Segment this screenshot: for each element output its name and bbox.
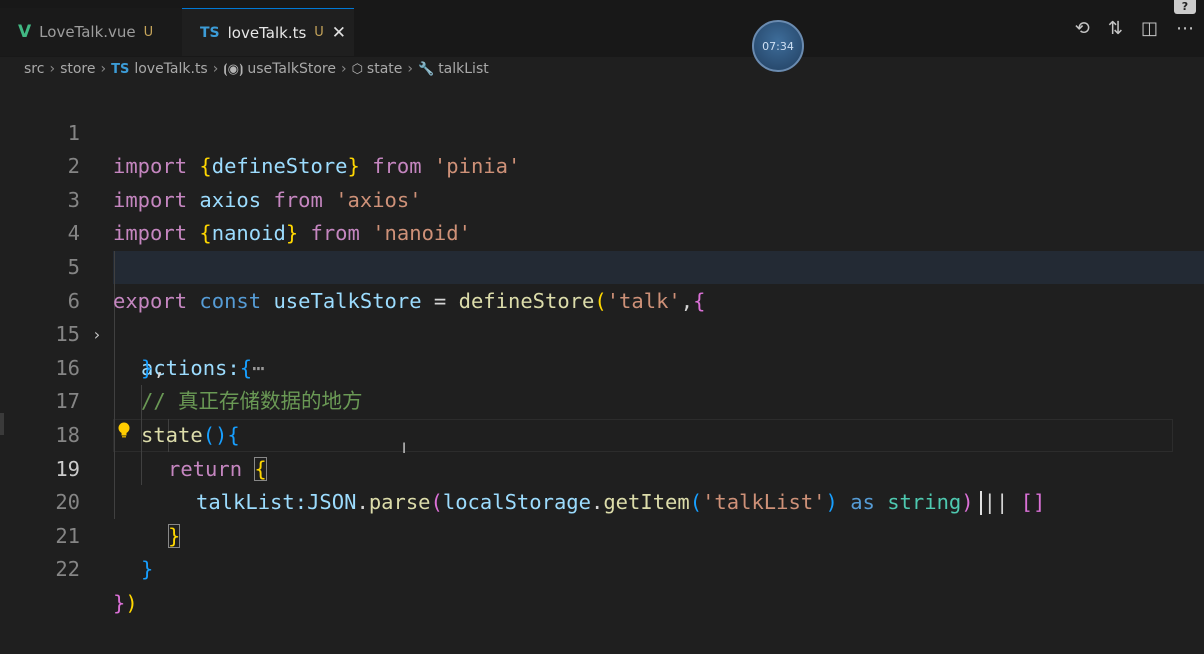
chevron-right-icon: › (100, 61, 107, 77)
chevron-right-icon: › (407, 61, 413, 77)
code-line-15[interactable]: 15 }, (0, 285, 1204, 380)
tab-lovetalk-ts[interactable]: TS loveTalk.ts U ✕ (182, 8, 354, 56)
lightbulb-icon[interactable] (116, 421, 132, 439)
timeline-icon[interactable]: ⟲ (1075, 18, 1090, 39)
code-line-22[interactable]: 22 }) (0, 520, 1204, 615)
breadcrumb-store[interactable]: store (60, 61, 95, 77)
editor-actions: ⟲ ⇅ ◫ ⋯ (1075, 18, 1194, 39)
tab-status: U (314, 25, 324, 40)
chevron-right-icon: › (340, 61, 347, 77)
ts-file-icon: TS (200, 24, 220, 41)
code-line-16[interactable]: 16 // 真正存储数据的地方 (0, 318, 1204, 414)
code-line-5[interactable]: 5 export const useTalkStore = defineStor… (0, 217, 1204, 313)
tab-lovetalk-vue[interactable]: V LoveTalk.vue U (0, 8, 182, 56)
tab-status: U (143, 24, 154, 40)
chevron-right-icon: › (212, 61, 219, 77)
variable-icon: ⦗◉⦘ (223, 61, 244, 77)
breadcrumb-usetalkstore[interactable]: useTalkStore (247, 61, 336, 77)
breadcrumb-src[interactable]: src (24, 61, 44, 77)
code-line-21[interactable]: 21 } (0, 486, 1204, 582)
code-editor[interactable]: 1 import {defineStore} from 'pinia' 2 im… (0, 83, 1204, 615)
code-line-19[interactable]: 19 talkList:JSON.parse(localStorage.getI… (0, 419, 1204, 516)
mouse-ibeam-cursor: I (402, 441, 407, 457)
tab-label: loveTalk.ts (227, 23, 307, 42)
wrench-property-icon: 🔧 (418, 61, 435, 77)
breadcrumb-file[interactable]: loveTalk.ts (134, 61, 207, 77)
chevron-right-icon: › (49, 61, 56, 77)
recording-timer: 07:34 (752, 20, 804, 72)
breadcrumb: src › store › TS loveTalk.ts › ⦗◉⦘ useTa… (0, 57, 1204, 81)
close-icon[interactable]: ✕ (332, 23, 346, 43)
breadcrumb-state[interactable]: state (367, 61, 402, 77)
code-line-17[interactable]: 17 state(){ (0, 352, 1204, 447)
cube-method-icon: ⬡ (351, 61, 363, 77)
tab-bar: V LoveTalk.vue U TS loveTalk.ts U ✕ ⟲ ⇅ … (0, 0, 1204, 57)
help-icon[interactable]: ? (1174, 0, 1196, 14)
split-editor-icon[interactable]: ◫ (1141, 18, 1158, 39)
breadcrumb-talklist[interactable]: talkList (438, 61, 489, 77)
code-line-3[interactable]: 3 import {nanoid} from 'nanoid' (0, 150, 1204, 246)
code-line-1[interactable]: 1 import {defineStore} from 'pinia' (0, 83, 1204, 179)
code-line-2[interactable]: 2 import axios from 'axios' (0, 117, 1204, 212)
compare-changes-icon[interactable]: ⇅ (1108, 18, 1123, 39)
code-line-18[interactable]: 18 return { (0, 385, 1204, 481)
code-line-4[interactable]: 4 (0, 184, 1204, 245)
ts-file-icon: TS (111, 61, 130, 77)
code-line-6[interactable]: 6 › actions:{⋯ (0, 251, 1204, 380)
vue-file-icon: V (18, 22, 32, 42)
tab-label: LoveTalk.vue (39, 23, 136, 41)
line-number: 22 (55, 557, 80, 582)
more-actions-icon[interactable]: ⋯ (1176, 18, 1194, 39)
code-line-20[interactable]: 20 } (0, 453, 1204, 548)
